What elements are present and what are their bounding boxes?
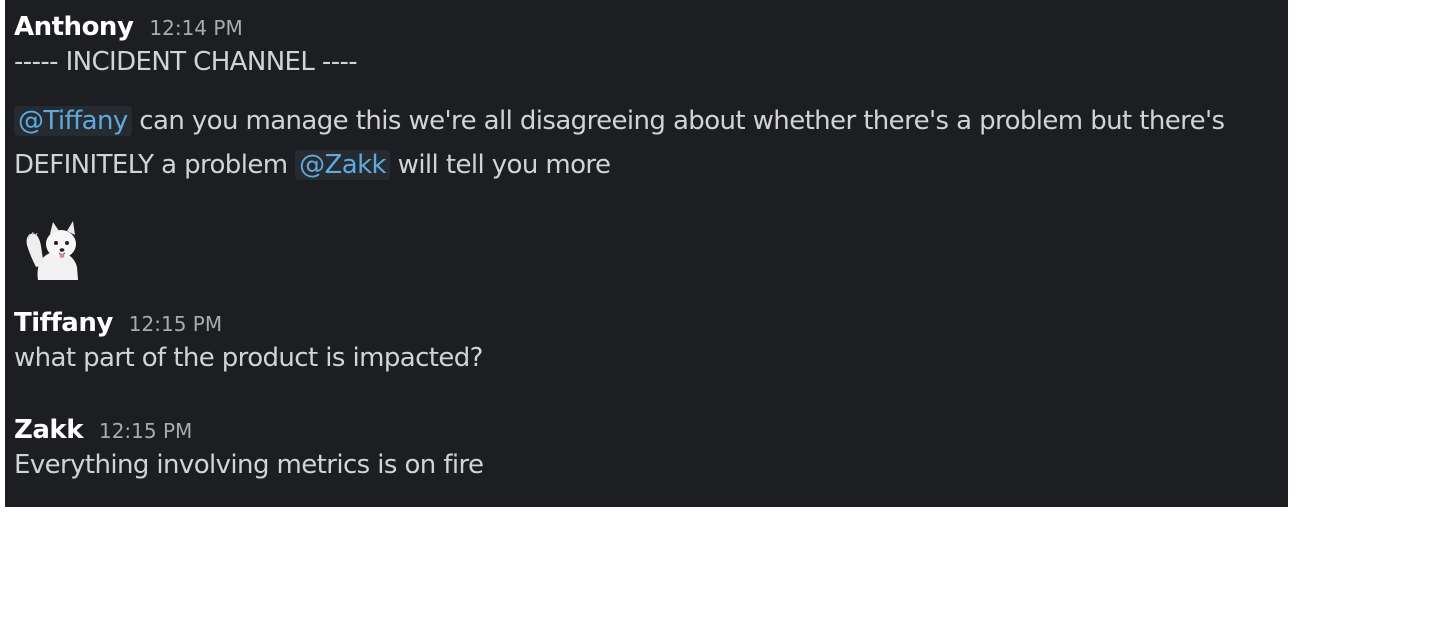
message-header: Anthony 12:14 PM <box>14 12 1278 42</box>
message-zakk: Zakk 12:15 PM Everything involving metri… <box>14 415 1278 487</box>
message-text-part: will tell you more <box>389 150 611 180</box>
message-header: Tiffany 12:15 PM <box>14 308 1278 338</box>
mention-tiffany[interactable]: @Tiffany <box>14 106 132 136</box>
message-header: Zakk 12:15 PM <box>14 415 1278 445</box>
timestamp[interactable]: 12:15 PM <box>99 419 192 443</box>
message-text: Everything involving metrics is on fire <box>14 450 484 480</box>
author-name[interactable]: Zakk <box>14 415 83 445</box>
message-text-part: DEFINITELY a problem <box>14 150 296 180</box>
message-text: what part of the product is impacted? <box>14 343 483 373</box>
message-banner: ----- INCIDENT CHANNEL ---- <box>14 47 358 77</box>
timestamp[interactable]: 12:15 PM <box>129 312 222 336</box>
timestamp[interactable]: 12:14 PM <box>149 16 242 40</box>
mention-zakk[interactable]: @Zakk <box>295 150 390 180</box>
waving-samoyed-icon <box>26 221 78 280</box>
message-anthony: Anthony 12:14 PM ----- INCIDENT CHANNEL … <box>14 12 1278 187</box>
message-text-part: can you manage this we're all disagreein… <box>131 106 1225 136</box>
chat-panel: Anthony 12:14 PM ----- INCIDENT CHANNEL … <box>5 0 1288 507</box>
author-name[interactable]: Tiffany <box>14 308 113 338</box>
author-name[interactable]: Anthony <box>14 12 134 42</box>
message-tiffany: Tiffany 12:15 PM what part of the produc… <box>14 308 1278 380</box>
message-text: @Tiffany can you manage this we're all d… <box>14 99 1278 187</box>
